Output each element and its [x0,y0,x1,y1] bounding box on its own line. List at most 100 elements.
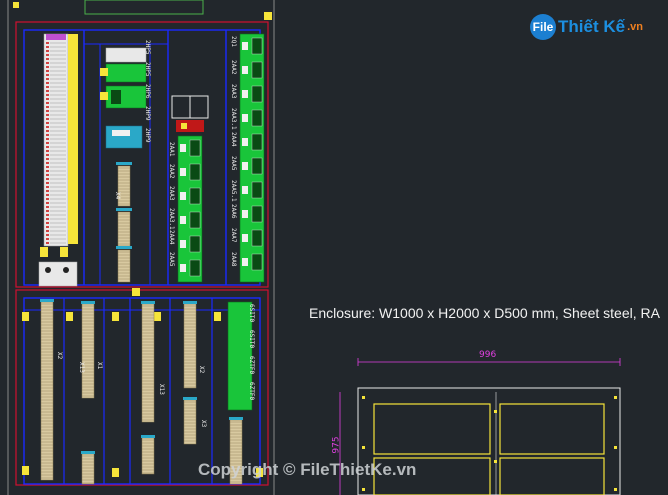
breaker-handle [242,210,248,218]
terminal-tick [46,166,49,168]
dimension-height-label: 975 [331,436,342,454]
component-label: X4 [114,192,121,200]
terminal-tick [46,194,49,196]
terminal-stack-cap [116,208,132,211]
terminal-tick [46,74,49,76]
component-label: 2AA2 [230,60,237,75]
component-label: 2AA5.1 [230,180,237,202]
terminal-tick [46,94,49,96]
terminal-tick [46,46,49,48]
terminal-tick [46,218,49,220]
breaker-module [251,85,263,103]
component-label: 2AA3.1 [168,208,175,230]
terminal-tick [46,86,49,88]
terminal-tick [46,78,49,80]
component-label: 2AA5 [168,252,175,267]
terminal-strip [183,399,197,445]
enclosure-mount-hole [614,446,617,449]
breaker-column [239,33,265,283]
terminal-tick [46,198,49,200]
cad-drawing-canvas[interactable]: 2Q12AA22AA32AA3.12AA42AA52AA5.12AA62AA72… [0,0,668,495]
terminal-tick [46,58,49,60]
terminal-tick [46,126,49,128]
breaker-module [189,259,201,277]
terminal-tick [46,174,49,176]
component-label: 2HP5 [144,62,151,77]
psu-column [100,47,147,149]
terminal-column-left [38,33,78,287]
terminal-tick [46,138,49,140]
terminal-tick [46,118,49,120]
component-label: 2AA5 [230,156,237,171]
logo-mark-icon: File [530,14,556,40]
terminal-strip-cap [81,301,95,304]
component-label: 6ZTF0 [248,382,255,400]
terminal-tick [46,226,49,228]
enclosure-mount-hole [362,396,365,399]
component-label: X3 [200,420,207,428]
component-label: 2AA1 [168,142,175,157]
top-duct [84,0,204,15]
marker [214,312,221,321]
terminal-strip-cap [229,417,243,420]
terminal-tick [46,170,49,172]
terminal-tick [46,82,49,84]
breaker-handle [242,138,248,146]
terminal-tick [46,150,49,152]
terminal-stack-cap [116,246,132,249]
breaker-module [189,235,201,253]
breaker-module [189,139,201,157]
breaker-column-lower [171,95,209,283]
terminal-tick [46,190,49,192]
terminal-stacks-middle [116,162,140,296]
terminal-tick [46,234,49,236]
component-label: X1 [96,362,103,370]
terminal-tick [46,206,49,208]
terminal-tick [46,90,49,92]
breaker-handle [242,258,248,266]
component-label: 2AA4 [230,132,237,147]
terminal-strip-cap [40,299,54,302]
breaker-handle [180,168,186,176]
top-marker [264,12,272,20]
terminal-strip-cap [141,301,155,304]
component-label: 2AA3 [230,84,237,99]
terminal-tick [46,134,49,136]
component-label: 2HP5 [144,40,151,55]
component-label: 2Q1 [230,36,237,47]
breaker-module [251,109,263,127]
terminal-tick [46,162,49,164]
copyright-watermark: Copyright © FileThietKe.vn [198,460,417,479]
terminal-tick [46,222,49,224]
terminal-tick [46,130,49,132]
terminal-tick [46,178,49,180]
terminal-tick [46,54,49,56]
enclosure-mount-hole [494,460,497,463]
breaker-module [189,187,201,205]
breaker-handle [242,162,248,170]
terminal-strip-cap [183,397,197,400]
terminal-strip-cap [183,301,197,304]
terminal-tick [46,202,49,204]
breaker-module [251,133,263,151]
breaker-module [251,61,263,79]
terminal-strip [81,453,95,485]
breaker-module [251,181,263,199]
dimension-width-label: 996 [479,350,497,360]
terminal-tick [46,154,49,156]
terminal-tick [46,230,49,232]
terminal-tick [46,66,49,68]
breaker-handle [242,234,248,242]
component-label: 6SIT0 [248,304,255,322]
marker [22,466,29,475]
terminal-tick [46,158,49,160]
component-label: 2HP9 [144,128,151,143]
terminal-strip [183,303,197,389]
breaker-handle [242,66,248,74]
site-logo[interactable]: File Thiết Kế .vn [530,14,643,40]
terminal-tick [46,50,49,52]
terminal-tick [46,114,49,116]
breaker-module [251,205,263,223]
component-label: 2AA4 [168,230,175,245]
logo-domain: .vn [627,21,643,33]
